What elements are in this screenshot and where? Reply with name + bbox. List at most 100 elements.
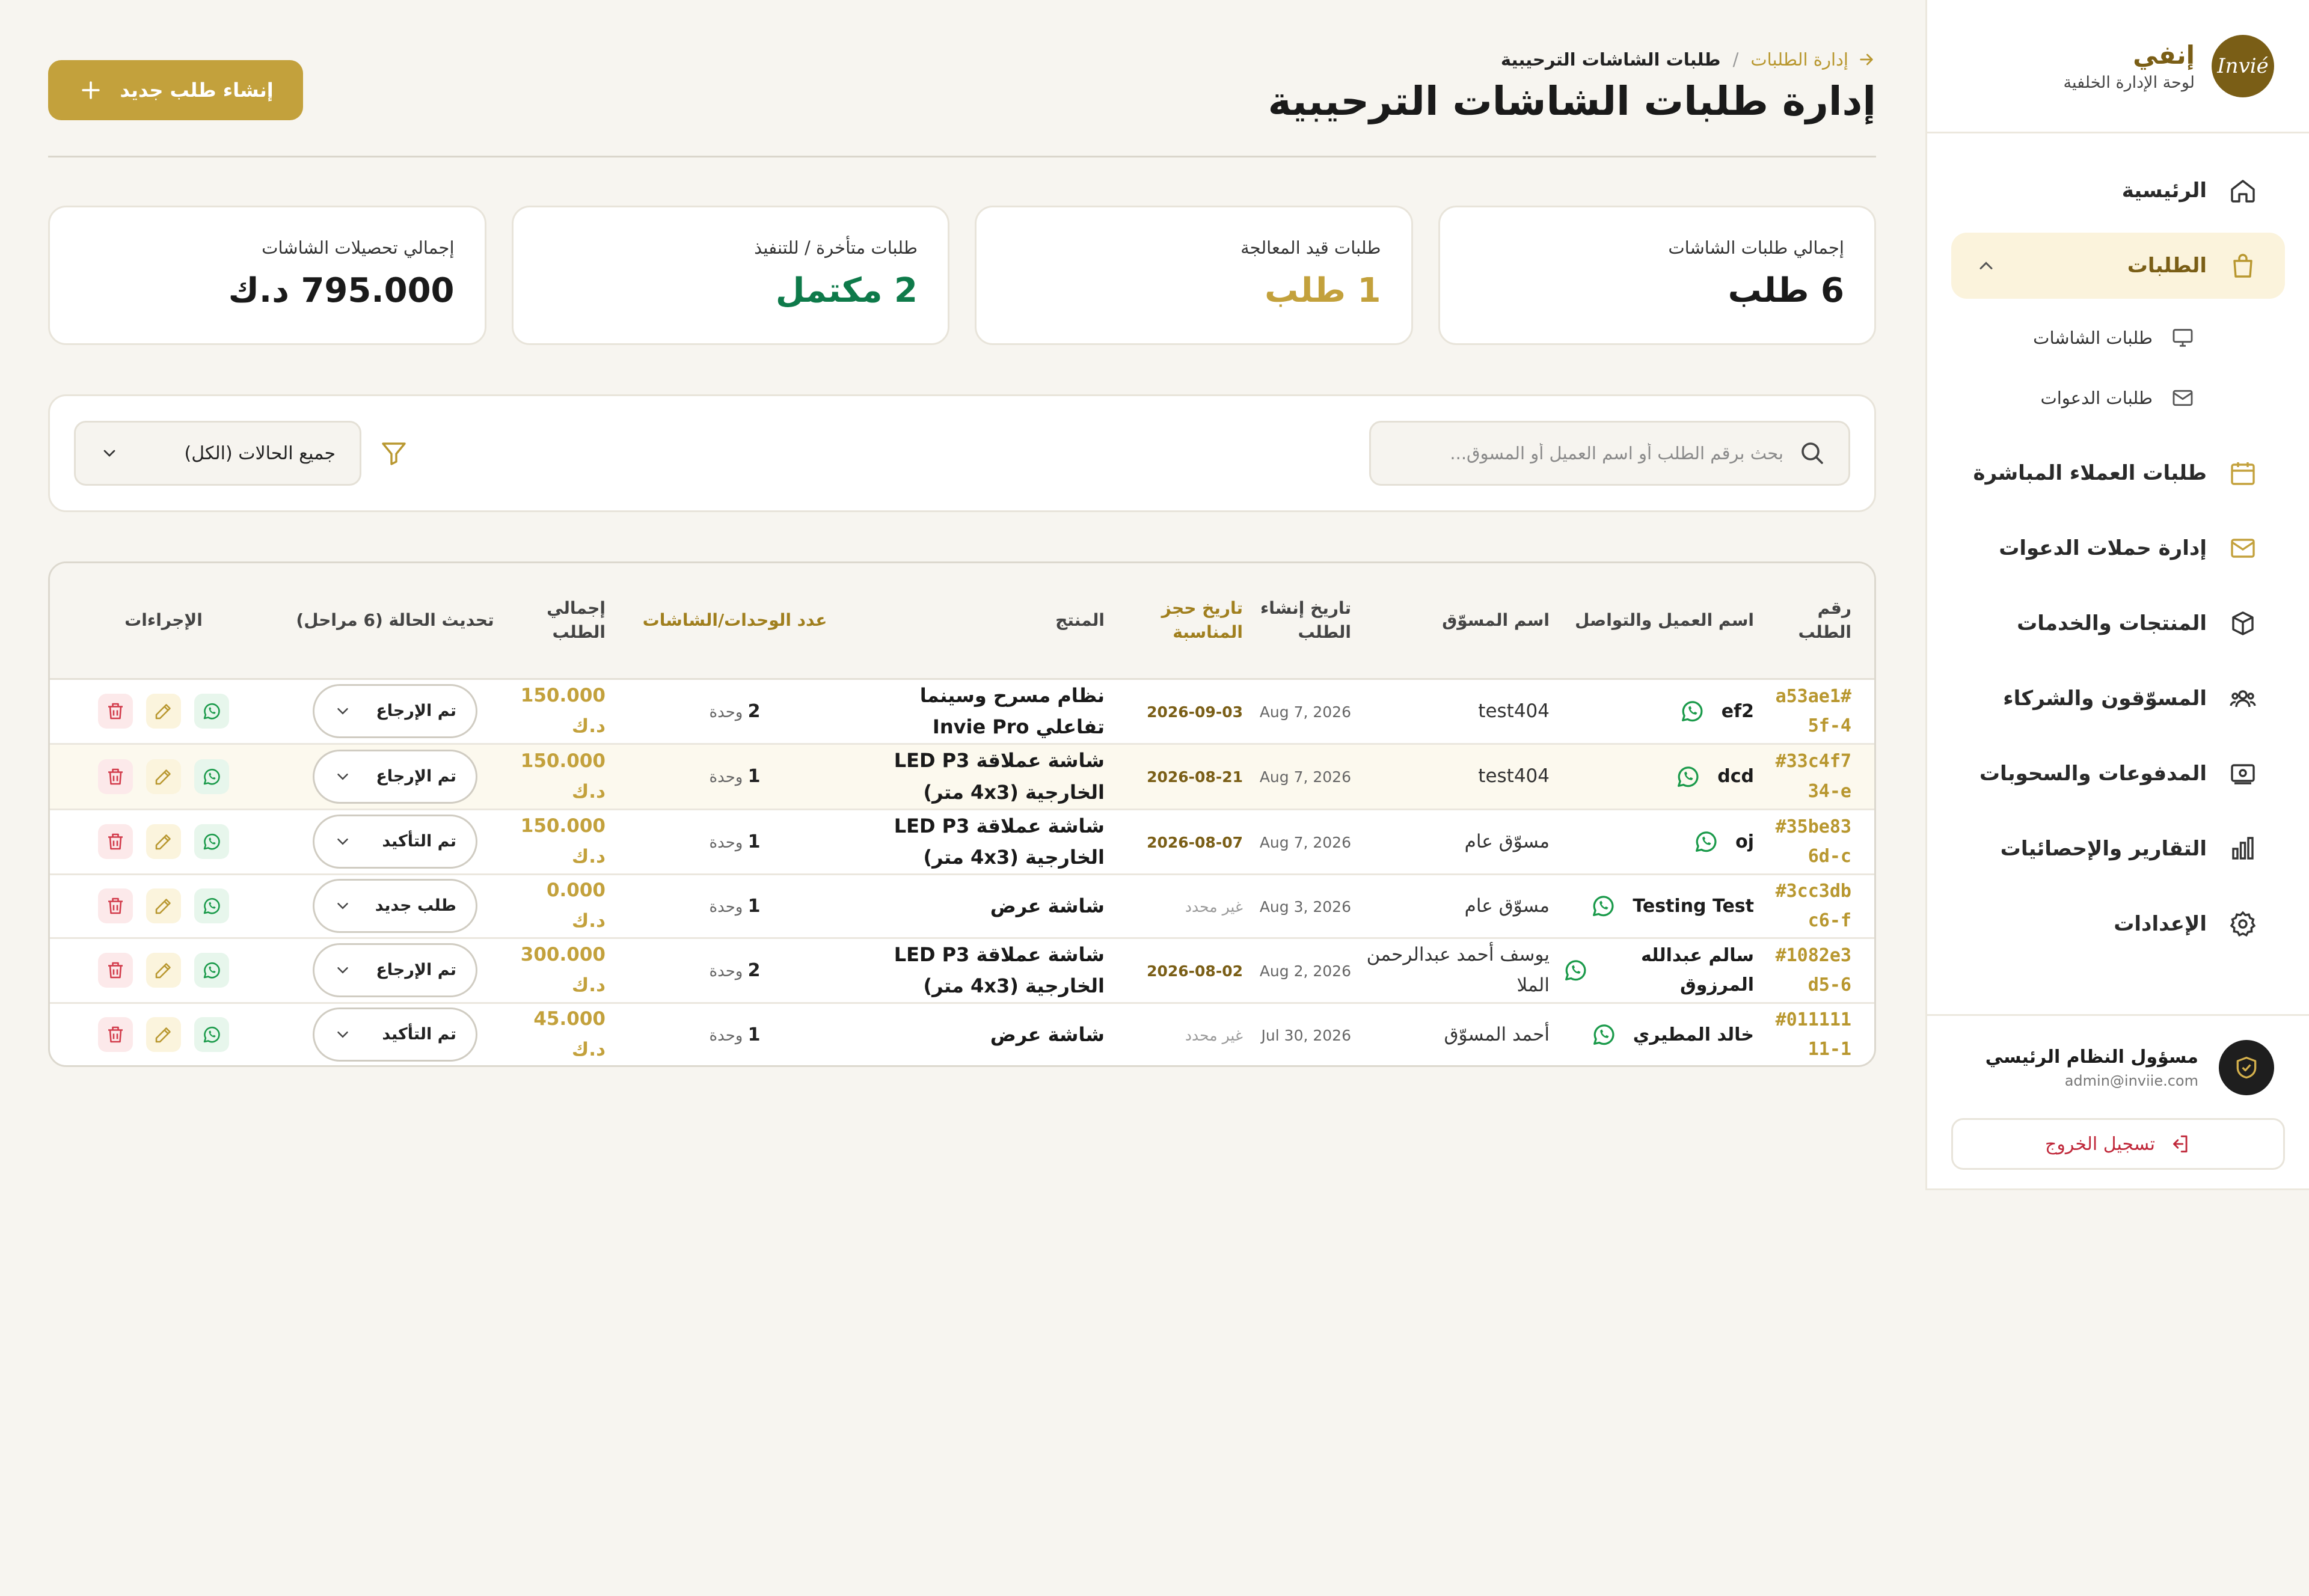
table-row[interactable]: #3cc3dbc6-f Testing Test مسوّق عام Aug 3… xyxy=(50,874,1874,939)
logout-button[interactable]: تسجيل الخروج xyxy=(1951,1118,2285,1170)
stat-label: إجمالي طلبات الشاشات xyxy=(1668,237,1844,258)
order-id[interactable]: #35be836d-c xyxy=(1776,816,1851,867)
whatsapp-button[interactable] xyxy=(194,1017,229,1053)
whatsapp-icon[interactable] xyxy=(1589,892,1617,920)
monitor-icon xyxy=(2173,329,2193,347)
stat-label: طلبات متأخرة / للتنفيذ xyxy=(754,237,918,258)
nav-item-products[interactable]: المنتجات والخدمات xyxy=(1951,590,2285,656)
filter-bar: جميع الحالات (الكل) xyxy=(48,394,1876,512)
nav-label: الإعدادات xyxy=(2114,912,2207,936)
nav-subitem-invite-orders[interactable]: طلبات الدعوات xyxy=(1951,368,2285,428)
whatsapp-button[interactable] xyxy=(194,759,229,794)
delete-button[interactable] xyxy=(98,953,133,988)
col-header-status: تحديث الحالة (6 مراحل) xyxy=(281,563,509,680)
stat-card-processing: طلبات قيد المعالجة 1 طلب xyxy=(975,206,1413,345)
table-row[interactable]: #a53ae15f-4 ef2 test404 Aug 7, 2026 2026… xyxy=(50,679,1874,745)
nav-label: المسوّقون والشركاء xyxy=(2003,686,2207,711)
delete-button[interactable] xyxy=(98,694,133,729)
delete-button[interactable] xyxy=(98,824,133,860)
nav-item-home[interactable]: الرئيسية xyxy=(1951,157,2285,224)
order-total: 150.000 د.ك xyxy=(520,815,606,868)
pencil-icon xyxy=(155,769,171,785)
trash-icon xyxy=(108,962,123,979)
stat-card-late: طلبات متأخرة / للتنفيذ 2 مكتمل xyxy=(511,206,949,345)
whatsapp-icon[interactable] xyxy=(1674,763,1702,790)
whatsapp-icon xyxy=(203,768,220,785)
customer-cell: سالم عبدالله المرزوق xyxy=(1562,941,1754,1000)
customer-cell: خالد المطيري xyxy=(1562,1020,1754,1050)
delete-button[interactable] xyxy=(98,1017,133,1053)
breadcrumb-parent[interactable]: إدارة الطلبات xyxy=(1750,49,1876,70)
whatsapp-icon[interactable] xyxy=(1590,1021,1618,1048)
nav-item-reports[interactable]: التقارير والإحصائيات xyxy=(1951,816,2285,882)
marketer-name: يوسف أحمد عبدالرحمن الملا xyxy=(1366,944,1550,997)
order-id[interactable]: #3cc3dbc6-f xyxy=(1776,881,1851,932)
nav-item-orders[interactable]: الطلبات xyxy=(1951,233,2285,299)
status-select[interactable]: تم الإرجاع xyxy=(313,684,477,739)
order-id[interactable]: #01111111-1 xyxy=(1776,1009,1851,1060)
whatsapp-icon[interactable] xyxy=(1562,956,1589,984)
status-select[interactable]: تم التأكيد xyxy=(313,1007,477,1062)
order-id[interactable]: #a53ae15f-4 xyxy=(1776,686,1851,737)
pencil-icon xyxy=(155,1027,171,1043)
nav-item-campaigns[interactable]: إدارة حملات الدعوات xyxy=(1951,515,2285,581)
units-value: 2 xyxy=(747,700,761,722)
nav-item-marketers[interactable]: المسوّقون والشركاء xyxy=(1951,665,2285,732)
edit-button[interactable] xyxy=(146,759,181,794)
whatsapp-icon[interactable] xyxy=(1678,697,1706,725)
customer-name: dcd xyxy=(1717,766,1754,787)
product-name: شاشة عملاقة LED P3 الخارجية (4x3 متر) xyxy=(894,943,1105,998)
product-name: شاشة عملاقة LED P3 الخارجية (4x3 متر) xyxy=(894,814,1105,869)
bar-chart-icon xyxy=(2232,837,2254,860)
status-select[interactable]: تم الإرجاع xyxy=(313,749,477,804)
nav-subitem-screen-orders[interactable]: طلبات الشاشات xyxy=(1951,308,2285,368)
order-id[interactable]: #1082e3d5-6 xyxy=(1776,945,1851,996)
units-count: 1 وحدة xyxy=(709,896,760,917)
table-row[interactable]: #01111111-1 خالد المطيري أحمد المسوّق Ju… xyxy=(50,1003,1874,1066)
chevron-down-icon xyxy=(103,450,115,457)
nav-item-settings[interactable]: الإعدادات xyxy=(1951,891,2285,957)
edit-button[interactable] xyxy=(146,824,181,860)
units-label: وحدة xyxy=(709,897,743,916)
whatsapp-icon[interactable] xyxy=(1692,828,1720,855)
search-input[interactable] xyxy=(1371,423,1783,484)
status-select[interactable]: تم التأكيد xyxy=(313,815,477,869)
units-label: وحدة xyxy=(709,703,743,721)
create-order-button[interactable]: إنشاء طلب جديد xyxy=(48,60,303,120)
table-row[interactable]: #35be836d-c oj مسوّق عام Aug 7, 2026 202… xyxy=(50,809,1874,876)
status-select[interactable]: تم الإرجاع xyxy=(313,943,477,998)
order-id[interactable]: #33c4f734-e xyxy=(1776,751,1851,802)
order-total: 150.000 د.ك xyxy=(520,750,606,803)
table-row[interactable]: #1082e3d5-6 سالم عبدالله المرزوق يوسف أح… xyxy=(50,938,1874,1004)
wallet-icon xyxy=(2231,764,2255,784)
delete-button[interactable] xyxy=(98,759,133,794)
chevron-up-icon[interactable] xyxy=(1975,255,1997,277)
delete-button[interactable] xyxy=(98,888,133,924)
event-date: 2026-08-07 xyxy=(1147,833,1243,851)
nav-item-direct-orders[interactable]: طلبات العملاء المباشرة xyxy=(1951,440,2285,506)
page-title: إدارة طلبات الشاشات الترحيبية xyxy=(1268,78,1876,124)
whatsapp-button[interactable] xyxy=(194,694,229,729)
col-header-order-no: رقم الطلب xyxy=(1760,563,1874,680)
status-value: تم التأكيد xyxy=(382,1025,456,1044)
chevron-down-icon xyxy=(337,839,348,846)
box-icon xyxy=(2232,611,2254,635)
table-row[interactable]: #33c4f734-e dcd test404 Aug 7, 2026 2026… xyxy=(50,744,1874,810)
status-filter-select[interactable]: جميع الحالات (الكل) xyxy=(74,421,361,486)
whatsapp-button[interactable] xyxy=(194,824,229,860)
edit-button[interactable] xyxy=(146,1017,181,1053)
nav-item-payments[interactable]: المدفوعات والسحوبات xyxy=(1951,741,2285,807)
trash-icon xyxy=(108,703,123,720)
edit-button[interactable] xyxy=(146,694,181,729)
col-header-product: المنتج xyxy=(858,563,1111,680)
search-box xyxy=(1369,421,1850,486)
whatsapp-button[interactable] xyxy=(194,888,229,924)
edit-button[interactable] xyxy=(146,888,181,924)
units-count: 1 وحدة xyxy=(709,1024,760,1045)
nav-label: المدفوعات والسحوبات xyxy=(1979,762,2207,786)
whatsapp-button[interactable] xyxy=(194,953,229,988)
edit-button[interactable] xyxy=(146,953,181,988)
status-select[interactable]: طلب جديد xyxy=(313,879,477,934)
chevron-down-icon xyxy=(337,1032,348,1038)
product-name: نظام مسرح وسينما تفاعلي Invie Pro xyxy=(919,683,1105,739)
